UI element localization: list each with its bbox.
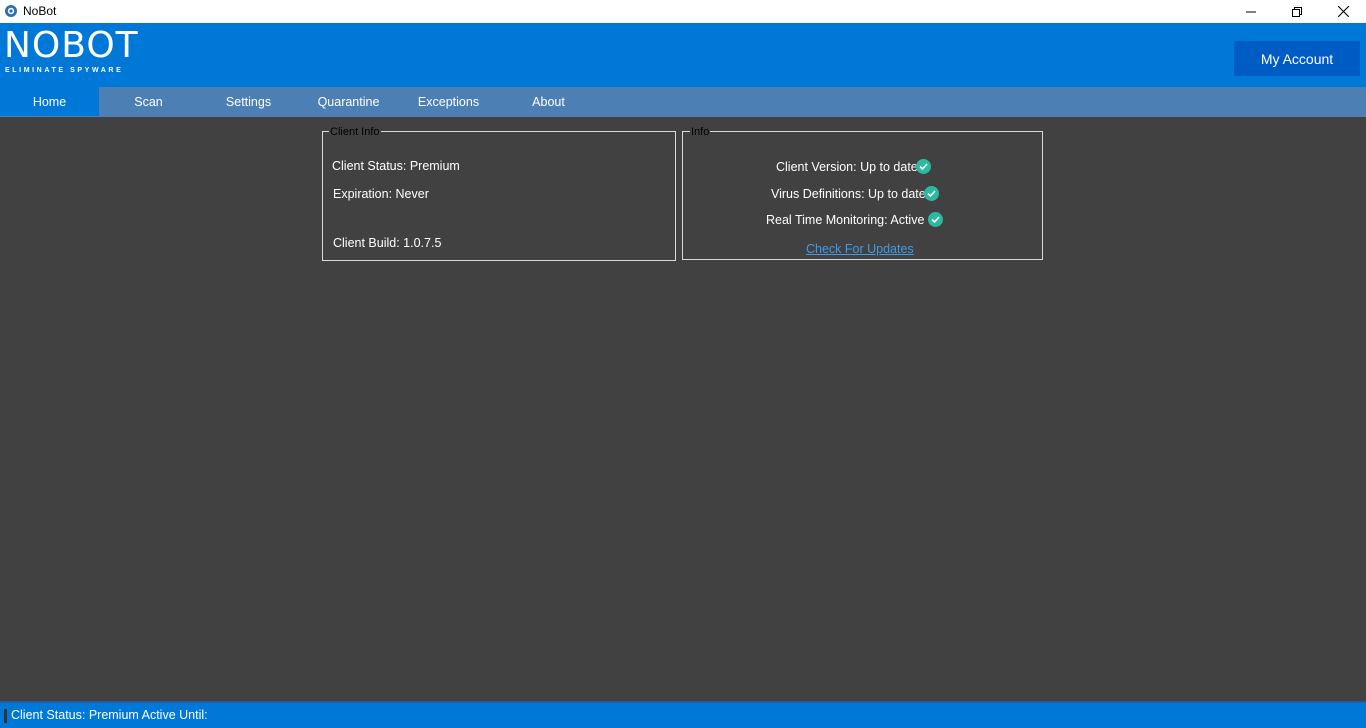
check-circle-icon bbox=[928, 212, 943, 227]
info-legend: Info bbox=[690, 126, 711, 138]
minimize-button[interactable] bbox=[1228, 0, 1274, 23]
app-header: NOBOT ELIMINATE SPYWARE My Account bbox=[0, 23, 1366, 87]
client-info-group: Client Info Client Status: Premium Expir… bbox=[322, 127, 676, 261]
tab-exceptions[interactable]: Exceptions bbox=[399, 87, 498, 116]
tab-about[interactable]: About bbox=[499, 87, 598, 116]
client-status-label: Client Status: Premium bbox=[332, 159, 460, 173]
minimize-icon bbox=[1246, 11, 1256, 12]
status-text: Client Status: Premium Active Until: bbox=[11, 708, 208, 722]
check-circle-icon bbox=[924, 186, 939, 201]
nobot-logo: NOBOT ELIMINATE SPYWARE bbox=[4, 28, 144, 80]
expiration-label: Expiration: Never bbox=[333, 187, 429, 201]
logo-tagline: ELIMINATE SPYWARE bbox=[5, 67, 124, 74]
client-info-legend: Client Info bbox=[329, 126, 381, 138]
title-bar: NoBot bbox=[0, 0, 1366, 23]
client-build-label: Client Build: 1.0.7.5 bbox=[333, 236, 442, 250]
virus-definitions-label: Virus Definitions: Up to date bbox=[771, 187, 926, 201]
restore-icon bbox=[1292, 6, 1302, 17]
logo-text: NOBOT bbox=[4, 25, 139, 66]
client-version-label: Client Version: Up to date bbox=[776, 160, 918, 174]
nav-bar: Home Scan Settings Quarantine Exceptions… bbox=[0, 87, 1366, 117]
tab-settings[interactable]: Settings bbox=[199, 87, 298, 116]
info-group: Info Client Version: Up to date Virus De… bbox=[682, 127, 1043, 260]
status-bar: Client Status: Premium Active Until: bbox=[0, 701, 1366, 728]
window-title: NoBot bbox=[23, 4, 57, 18]
app-shield-icon bbox=[5, 5, 17, 17]
close-icon bbox=[1337, 6, 1349, 17]
restore-button[interactable] bbox=[1274, 0, 1320, 23]
close-button[interactable] bbox=[1320, 0, 1366, 23]
check-for-updates-link[interactable]: Check For Updates bbox=[806, 242, 914, 257]
my-account-button[interactable]: My Account bbox=[1234, 41, 1360, 76]
real-time-monitoring-label: Real Time Monitoring: Active bbox=[766, 213, 925, 227]
check-circle-icon bbox=[916, 159, 931, 174]
tab-quarantine[interactable]: Quarantine bbox=[299, 87, 398, 116]
status-indicator bbox=[4, 709, 7, 723]
tab-scan[interactable]: Scan bbox=[99, 87, 198, 116]
tab-home[interactable]: Home bbox=[0, 87, 99, 116]
